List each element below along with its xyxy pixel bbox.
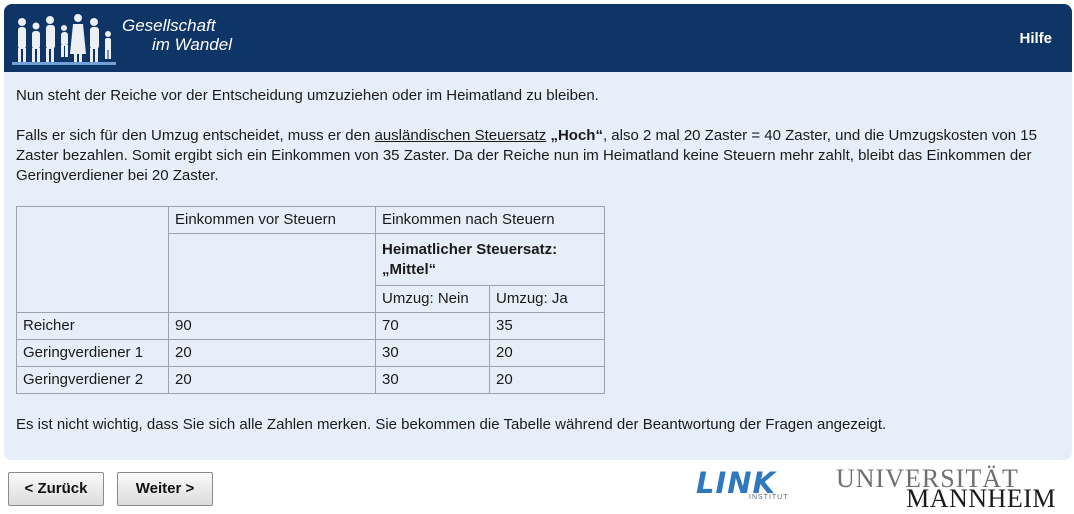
link-institut-logo: LINK INSTITUT [696,466,800,506]
help-link[interactable]: Hilfe [1019,30,1052,47]
main-content: Nun steht der Reiche vor der Entscheidun… [4,72,1072,460]
table-row: Geringverdiener 1 20 30 20 [16,339,605,367]
header-after-tax: Einkommen nach Steuern [375,206,605,234]
header-home-tax-rate: Heimatlicher Steuersatz: „Mittel“ [375,233,605,286]
table-corner-cell [16,206,169,313]
people-silhouettes-logo [12,14,116,65]
row-label: Geringverdiener 1 [16,339,169,367]
cell-before-tax: 20 [168,339,376,367]
cell-move-yes: 35 [489,312,605,340]
university-mannheim-logo: UNIVERSITÄT MANNHEIM [836,462,1062,513]
income-table: Einkommen vor Steuern Einkommen nach Ste… [16,206,605,394]
explanation-text-1: Falls er sich für den Umzug entscheidet,… [16,127,375,144]
row-label: Geringverdiener 2 [16,366,169,394]
next-button[interactable]: Weiter > [117,472,213,506]
cell-before-tax: 90 [168,312,376,340]
cell-move-yes: 20 [489,339,605,367]
intro-paragraph: Nun steht der Reiche vor der Entscheidun… [16,87,599,104]
link-logo-sub: INSTITUT [749,494,789,501]
cell-move-no: 30 [375,339,490,367]
logo-title: Gesellschaft im Wandel [122,16,232,54]
foreign-tax-rate-term: ausländischen Steuersatz [374,127,547,144]
cell-before-tax: 20 [168,366,376,394]
header-move-no: Umzug: Nein [375,285,490,313]
header-before-tax: Einkommen vor Steuern [168,206,376,234]
logo-line-1: Gesellschaft [122,16,216,35]
cell-move-no: 30 [375,366,490,394]
uni-logo-bottom: MANNHEIM [906,484,1056,513]
row-label: Reicher [16,312,169,340]
explanation-paragraph: Falls er sich für den Umzug entscheidet,… [16,126,1060,186]
cell-move-no: 70 [375,312,490,340]
tax-rate-high-term: „Hoch“ [550,127,603,144]
cell-move-yes: 20 [489,366,605,394]
note-paragraph: Es ist nicht wichtig, dass Sie sich alle… [16,416,887,433]
table-row: Geringverdiener 2 20 30 20 [16,366,605,394]
back-button[interactable]: < Zurück [8,472,104,506]
table-row: Reicher 90 70 35 [16,312,605,340]
table-header-row: Einkommen vor Steuern Einkommen nach Ste… [16,206,605,313]
header-bar: Gesellschaft im Wandel Hilfe [4,4,1072,72]
logo-line-2: im Wandel [152,35,232,54]
header-before-tax-spacer [168,233,376,313]
header-move-yes: Umzug: Ja [489,285,605,313]
